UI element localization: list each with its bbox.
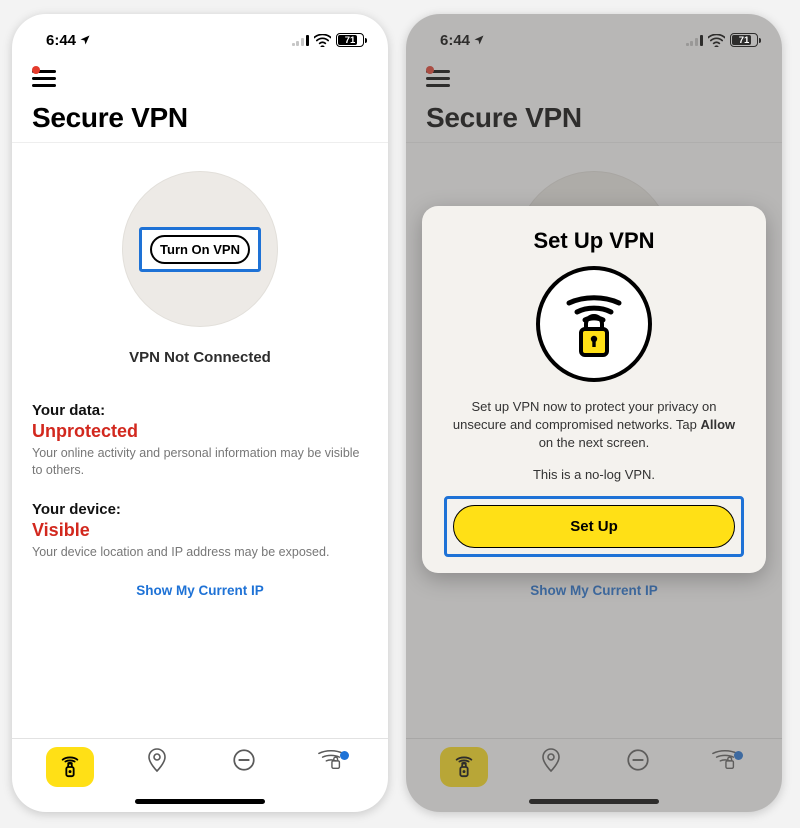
tab-bar	[12, 738, 388, 812]
data-status: Unprotected	[32, 421, 368, 442]
main-content: Turn On VPN VPN Not Connected Your data:…	[12, 143, 388, 738]
tab-vpn[interactable]	[46, 747, 94, 787]
data-desc: Your online activity and personal inform…	[32, 445, 368, 479]
vpn-status-text: VPN Not Connected	[129, 349, 271, 366]
modal-nolog-text: This is a no-log VPN.	[444, 467, 744, 482]
status-bar: 6:44 71	[12, 14, 388, 58]
wifi-icon	[314, 34, 331, 47]
highlight-box: Turn On VPN	[139, 227, 261, 272]
highlight-box: Set Up	[444, 496, 744, 557]
device-status: Visible	[32, 520, 368, 541]
battery-level: 71	[345, 35, 356, 46]
menu-button[interactable]	[32, 70, 56, 88]
tab-block[interactable]	[220, 747, 268, 773]
set-up-button[interactable]: Set Up	[453, 505, 735, 548]
battery-level: 71	[739, 35, 750, 46]
show-my-ip-link[interactable]: Show My Current IP	[32, 583, 368, 598]
device-status-block: Your device: Visible Your device locatio…	[32, 501, 368, 561]
battery-icon: 71	[336, 33, 364, 47]
data-status-block: Your data: Unprotected Your online activ…	[32, 402, 368, 479]
setup-vpn-modal: Set Up VPN Set up VPN now to protect you…	[422, 206, 766, 573]
vpn-power-circle: Turn On VPN	[122, 171, 278, 327]
cellular-signal-icon	[292, 35, 309, 46]
modal-title: Set Up VPN	[444, 228, 744, 254]
location-arrow-icon	[79, 34, 91, 46]
notification-dot-icon	[32, 66, 40, 74]
phone-screenshot-left: 6:44 71 Secure VPN Turn On VPN VPN	[12, 14, 388, 812]
app-header: Secure VPN	[12, 58, 388, 142]
tab-location[interactable]	[133, 747, 181, 777]
home-indicator[interactable]	[135, 799, 265, 804]
tab-wifi-security[interactable]	[307, 747, 355, 771]
page-title: Secure VPN	[32, 102, 368, 134]
notification-dot-icon	[340, 751, 349, 760]
wifi-lock-icon	[536, 266, 652, 382]
device-desc: Your device location and IP address may …	[32, 544, 368, 561]
device-label: Your device:	[32, 501, 368, 518]
phone-screenshot-right: 6:44 71 Secure VPN Turn On VPN VPN Not C…	[406, 14, 782, 812]
status-time: 6:44	[46, 32, 76, 49]
modal-description: Set up VPN now to protect your privacy o…	[444, 398, 744, 453]
turn-on-vpn-button[interactable]: Turn On VPN	[150, 235, 250, 264]
data-label: Your data:	[32, 402, 368, 419]
